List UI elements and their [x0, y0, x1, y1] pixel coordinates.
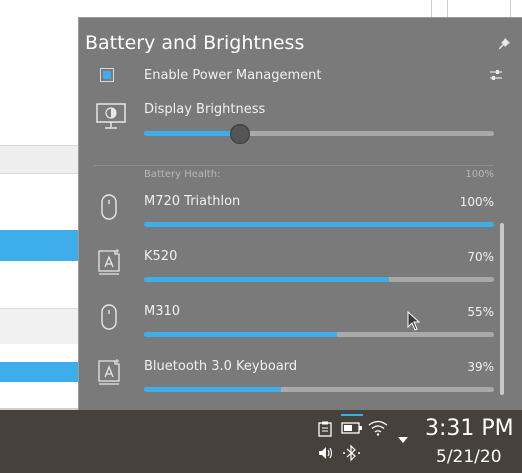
section-divider: [94, 165, 494, 166]
clock-time[interactable]: 3:31 PM: [425, 416, 514, 441]
brightness-slider-fill: [144, 131, 239, 136]
active-tray-indicator: [341, 414, 363, 416]
device-percent: 39%: [467, 360, 494, 374]
power-management-label: Enable Power Management: [144, 68, 322, 83]
bluetooth-icon[interactable]: [342, 444, 362, 462]
popup-title: Battery and Brightness: [85, 32, 305, 54]
device-battery-fill: [144, 222, 494, 227]
brightness-slider[interactable]: [144, 131, 494, 136]
clock-date[interactable]: 5/21/20: [436, 447, 502, 467]
battery-health-value: 100%: [465, 169, 494, 180]
battery-icon[interactable]: [341, 421, 363, 435]
device-battery-bar: [144, 332, 494, 337]
device-battery-fill: [144, 387, 281, 392]
pin-icon[interactable]: [499, 38, 511, 50]
device-battery-bar: [144, 222, 494, 227]
popup-scrollbar[interactable]: [500, 223, 504, 395]
device-percent: 100%: [459, 195, 494, 209]
display-brightness-label: Display Brightness: [144, 102, 266, 117]
device-battery-fill: [144, 332, 337, 337]
battery-brightness-popup: Battery and Brightness Enable Power Mana…: [78, 17, 522, 411]
mouse-cursor-icon: [407, 311, 421, 331]
clipboard-icon[interactable]: [318, 421, 332, 437]
device-name: K520: [144, 249, 178, 264]
device-battery-bar: [144, 387, 494, 392]
configure-icon[interactable]: [489, 68, 503, 82]
checkbox-checked-mark: [103, 71, 111, 79]
battery-health-label: Battery Health:: [144, 169, 221, 180]
device-name: M310: [144, 304, 181, 319]
device-name: M720 Triathlon: [144, 194, 241, 209]
keyboard-icon: [98, 359, 120, 385]
device-name: Bluetooth 3.0 Keyboard: [144, 359, 298, 374]
device-battery-fill: [144, 277, 389, 282]
keyboard-icon: [98, 249, 120, 275]
expand-icon[interactable]: [397, 436, 409, 444]
mouse-icon: [101, 194, 117, 220]
power-management-checkbox[interactable]: [100, 68, 114, 82]
display-brightness-icon: [96, 103, 126, 129]
volume-icon[interactable]: [318, 446, 334, 460]
wifi-icon[interactable]: [368, 420, 388, 436]
device-battery-bar: [144, 277, 494, 282]
brightness-slider-handle[interactable]: [229, 124, 250, 144]
mouse-icon: [101, 304, 117, 330]
device-percent: 70%: [467, 250, 494, 264]
taskbar: 3:31 PM 5/21/20: [0, 410, 522, 473]
device-percent: 55%: [467, 305, 494, 319]
